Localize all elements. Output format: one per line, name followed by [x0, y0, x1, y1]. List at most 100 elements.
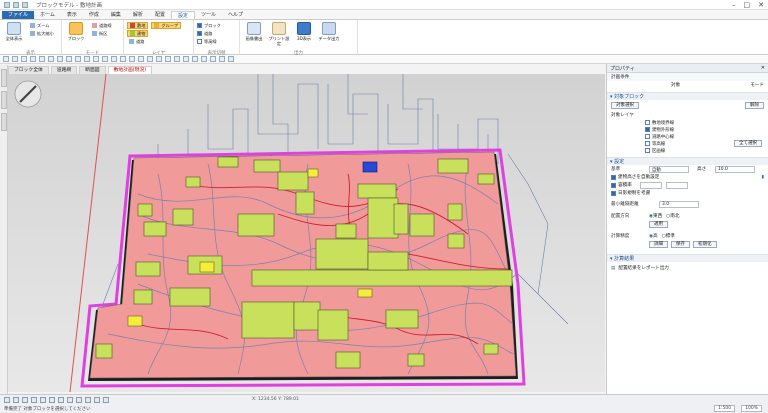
selected-building[interactable] — [362, 161, 378, 173]
report-row[interactable]: ▤ 配置結果をレポート出力 — [607, 264, 768, 272]
far-field-2[interactable] — [665, 181, 688, 189]
layer-site-button[interactable]: 敷地 — [127, 22, 149, 29]
building[interactable] — [277, 171, 309, 191]
navigation-compass[interactable] — [14, 80, 42, 108]
building[interactable] — [447, 233, 465, 249]
view-top-icon[interactable] — [4, 396, 10, 403]
building[interactable] — [135, 261, 161, 277]
arc-icon[interactable] — [48, 56, 54, 62]
view-side-icon[interactable] — [22, 396, 28, 403]
side-tab-layers[interactable] — [1, 69, 7, 87]
offset-icon[interactable] — [93, 56, 99, 62]
mirror-icon[interactable] — [84, 56, 90, 62]
fillet-icon[interactable] — [120, 56, 126, 62]
pan-view-icon[interactable] — [49, 396, 55, 403]
highlighted-building[interactable] — [199, 261, 215, 273]
layer-building-button[interactable]: 建物 — [127, 30, 149, 37]
check-auto-height[interactable]: 建物高さを自動設定 ▮ — [607, 173, 768, 181]
building[interactable] — [217, 156, 239, 168]
line-icon[interactable] — [12, 56, 18, 62]
building[interactable] — [95, 343, 113, 359]
tab-home[interactable]: ホーム — [34, 11, 61, 19]
block-insert-icon[interactable] — [201, 56, 207, 62]
detail-button[interactable]: 詳細 — [649, 240, 668, 248]
dimension-icon[interactable] — [183, 56, 189, 62]
building[interactable] — [409, 213, 435, 237]
section-settings[interactable]: ▾ 設定 — [607, 157, 768, 165]
tab-view[interactable]: 表示 — [61, 11, 83, 19]
height-field[interactable]: 10.0 — [715, 165, 755, 173]
building[interactable] — [237, 213, 275, 237]
tab-edit[interactable]: 編集 — [105, 11, 127, 19]
doc-tab-section[interactable]: 断面図 — [79, 66, 106, 74]
check-contour[interactable]: 等高線 全て選択 — [607, 140, 768, 147]
maximize-button[interactable]: □ — [744, 1, 751, 9]
building[interactable] — [185, 176, 201, 188]
select-icon[interactable] — [3, 56, 9, 62]
building[interactable] — [295, 191, 315, 215]
select-all-button[interactable]: 全て選択 — [734, 140, 762, 147]
site-model-canvas[interactable] — [8, 74, 605, 392]
building[interactable] — [357, 183, 397, 199]
move-icon[interactable] — [57, 56, 63, 62]
zoom-window-icon[interactable] — [210, 56, 216, 62]
tab-analysis[interactable]: 解析 — [127, 11, 149, 19]
save-icon[interactable] — [4, 1, 10, 8]
doc-tab-road-network[interactable]: 道路網 — [50, 66, 78, 74]
reset-button[interactable]: 初期化 — [693, 240, 717, 248]
highlighted-building[interactable] — [357, 288, 373, 298]
road-line-button[interactable]: 道路線 — [90, 22, 114, 29]
pan-icon[interactable] — [219, 56, 225, 62]
building[interactable] — [393, 203, 409, 235]
highlighted-building[interactable] — [127, 315, 143, 327]
zoom-button[interactable]: ズーム — [28, 22, 56, 29]
scale-field[interactable]: 1:500 — [714, 405, 736, 412]
building[interactable] — [335, 223, 357, 239]
side-tab-history[interactable] — [1, 113, 7, 131]
far-field[interactable] — [639, 181, 662, 189]
check-far[interactable]: 容積率 — [607, 181, 768, 189]
building[interactable] — [253, 159, 281, 173]
toggle-road-check[interactable]: 道路 — [197, 30, 221, 37]
camera-icon[interactable] — [94, 396, 100, 403]
long-building[interactable] — [251, 269, 513, 287]
trim-icon[interactable] — [102, 56, 108, 62]
tab-layout[interactable]: 配置 — [149, 11, 171, 19]
scale-button[interactable]: 拡大縮小 — [28, 30, 56, 37]
refresh-icon[interactable] — [228, 56, 234, 62]
check-building-outline[interactable]: 建物外形線 — [607, 126, 768, 133]
select-target-button[interactable]: 対象選択 — [611, 102, 639, 109]
check-parcel[interactable]: 区画線 — [607, 147, 768, 154]
building[interactable] — [407, 353, 425, 367]
polyline-icon[interactable] — [21, 56, 27, 62]
toggle-contour-check[interactable]: 等高線 — [197, 38, 221, 45]
text-icon[interactable] — [174, 56, 180, 62]
grid-icon[interactable] — [147, 56, 153, 62]
undo-icon[interactable] — [13, 1, 19, 8]
tab-settings[interactable]: 設定 — [170, 11, 195, 19]
light-icon[interactable] — [103, 396, 109, 403]
circle-icon[interactable] — [39, 56, 45, 62]
side-tab-objects[interactable] — [1, 91, 7, 109]
direction-apply-button[interactable]: 適用 — [649, 220, 668, 228]
block-mode-button[interactable]: ブロック — [65, 22, 87, 41]
building[interactable] — [335, 351, 361, 369]
chart-icon[interactable]: ▮ — [761, 175, 764, 180]
orbit-icon[interactable] — [40, 396, 46, 403]
data-export-button[interactable]: データ出力 — [318, 22, 340, 41]
save-button[interactable]: 保存 — [671, 240, 690, 248]
3d-viewport[interactable] — [8, 74, 605, 392]
building[interactable] — [367, 197, 399, 239]
min-distance-field[interactable]: 3.0 — [659, 200, 699, 208]
check-site-boundary[interactable]: 敷地境界線 — [607, 119, 768, 126]
building[interactable] — [477, 173, 495, 185]
tab-create[interactable]: 作成 — [83, 11, 105, 19]
layer-road-button[interactable]: 道路 — [127, 38, 148, 45]
view-iso-icon[interactable] — [31, 396, 37, 403]
building[interactable] — [315, 238, 369, 270]
block-area-button[interactable]: 街区 — [90, 30, 114, 37]
toggle-block-check[interactable]: ブロック — [197, 22, 221, 29]
check-road-center[interactable]: 道路中心線 — [607, 133, 768, 140]
doc-tab-block-all[interactable]: ブロック全体 — [8, 66, 49, 74]
close-button[interactable]: ✕ — [758, 1, 764, 9]
